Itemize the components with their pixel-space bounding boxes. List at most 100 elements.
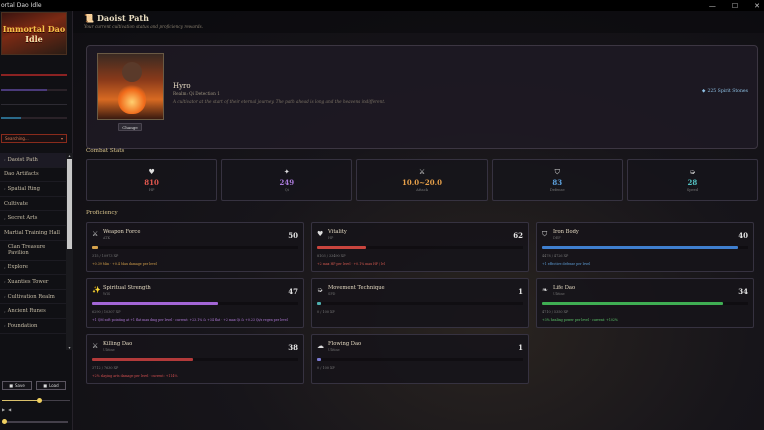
- stat-value: 83: [552, 178, 563, 187]
- window-titlebar: ortal Dao Idle — ☐ ✕: [0, 0, 764, 11]
- proficiency-card-iron-body: ⛉ Iron Body DEF 40 4478 / 4726 XP +1 effectiv…: [536, 222, 754, 272]
- sidebar-item-label: Ancient Runes: [7, 308, 46, 315]
- proficiency-heading: Proficiency: [86, 210, 118, 216]
- chevron-right-icon: ›: [4, 157, 6, 163]
- character-name: Hyro: [173, 82, 191, 90]
- load-button[interactable]: ■ Load: [36, 381, 66, 390]
- proficiency-rank: Ulitine: [103, 348, 115, 352]
- volume-control[interactable]: [2, 397, 70, 404]
- sword-icon: ⚔: [92, 230, 99, 238]
- stat-value: 28: [687, 178, 698, 187]
- game-logo: Immortal Dao Idle: [1, 12, 67, 55]
- portrait-flame: [118, 84, 146, 114]
- scroll-down-icon[interactable]: ▾: [67, 345, 72, 350]
- stat-value: 810: [144, 178, 159, 187]
- stat-card-qi: ✦ 249 Qi: [221, 159, 353, 201]
- change-portrait-button[interactable]: Change: [118, 123, 142, 131]
- close-button[interactable]: ✕: [754, 2, 760, 10]
- proficiency-progress-bar: [542, 302, 748, 305]
- sidebar-item-explore[interactable]: › Explore: [0, 261, 66, 276]
- character-description: A cultivator at the start of their etern…: [173, 99, 386, 104]
- spirit-stones-value: 225 Spirit Stones: [707, 89, 748, 94]
- save-button[interactable]: ■ Save: [2, 381, 32, 390]
- sidebar-item-cultivation-realm[interactable]: › Cultivation Realm: [0, 290, 66, 305]
- chevron-right-icon: ›: [4, 323, 6, 329]
- searching-button[interactable]: Searching... ▾: [1, 134, 67, 143]
- chevron-right-icon: ›: [4, 215, 6, 221]
- proficiency-progress-bar: [92, 302, 298, 305]
- portrait-figure: [122, 62, 142, 82]
- proficiency-name: Movement Technique: [328, 285, 385, 291]
- minimize-button[interactable]: —: [709, 2, 716, 10]
- play-icon[interactable]: ▶: [2, 407, 5, 412]
- sparkle-icon: ✨: [92, 286, 101, 294]
- maximize-button[interactable]: ☐: [732, 2, 738, 10]
- music-progress-knob[interactable]: [2, 419, 7, 424]
- stat-card-attack: ⚔ 10.0~20.0 Attack: [356, 159, 488, 201]
- wind-icon: ➭: [689, 168, 696, 176]
- sidebar-nav: › Daoist Path Dao Artifacts › Spatial Ring…: [0, 153, 66, 334]
- proficiency-progress-bar: [317, 246, 523, 249]
- music-progress[interactable]: [2, 419, 68, 425]
- page-subtitle: Your current cultivation status and prof…: [84, 24, 204, 29]
- profile-card: Change Hyro Realm: Qi Detection 1 A cult…: [86, 45, 758, 149]
- volume-slider[interactable]: [2, 397, 70, 403]
- proficiency-level: 38: [288, 343, 298, 352]
- sidebar-item-cultivate[interactable]: Cultivate: [0, 197, 66, 212]
- sidebar-item-dao-artifacts[interactable]: Dao Artifacts: [0, 168, 66, 183]
- chevron-right-icon: ›: [4, 186, 6, 192]
- heart-icon: ♥: [148, 168, 155, 176]
- load-label: Load: [49, 383, 59, 388]
- qi-bar: [1, 89, 67, 91]
- proficiency-name: Flowing Dao: [328, 341, 362, 347]
- chevron-right-icon: ›: [4, 294, 6, 300]
- proficiency-rank: HP: [328, 236, 334, 240]
- proficiency-xp: 0 / 100 XP: [317, 366, 335, 370]
- proficiency-card-spiritual-strength: ✨ Spiritual Strength WIS 47 6290 / 10307 XP +…: [86, 278, 304, 328]
- sidebar-item-daoist-path[interactable]: › Daoist Path: [0, 153, 66, 168]
- music-controls: ▶ ◀: [2, 407, 11, 412]
- sidebar-item-foundation[interactable]: › Foundation: [0, 319, 66, 334]
- window-title: ortal Dao Idle: [1, 2, 42, 9]
- music-progress-track[interactable]: [2, 419, 68, 424]
- volume-icon[interactable]: ◀: [8, 407, 11, 412]
- stat-card-hp: ♥ 810 HP: [86, 159, 218, 201]
- scroll-icon: 📜: [84, 13, 94, 23]
- sidebar-item-xuanties-tower[interactable]: › Xuanties Tower: [0, 275, 66, 290]
- proficiency-progress-bar: [317, 302, 523, 305]
- chevron-right-icon: ›: [4, 279, 6, 285]
- chevron-right-icon: ›: [4, 308, 6, 314]
- proficiency-name: Vitality: [328, 229, 347, 235]
- sidebar-item-martial-training-hall[interactable]: Martial Training Hall: [0, 226, 66, 241]
- sidebar-item-clan-treasure-pavilion[interactable]: Clan Treasure Pavilion: [0, 241, 66, 261]
- sidebar-item-ancient-runes[interactable]: › Ancient Runes: [0, 304, 66, 319]
- shield-icon: ⛉: [542, 230, 548, 238]
- sidebar-item-secret-arts[interactable]: › Secret Arts: [0, 211, 66, 226]
- sidebar-item-label: Spatial Ring: [7, 185, 40, 192]
- sidebar-item-label: Daoist Path: [7, 156, 38, 163]
- proficiency-grid: ⚔ Weapon Force ATK 50 315 / 10973 XP +0.39 Mi…: [86, 222, 758, 384]
- proficiency-bonus: +1 QM soft pointing at +1 flat max dmg p…: [92, 318, 288, 322]
- sparkle-icon: ✦: [283, 168, 290, 176]
- sidebar-item-label: Foundation: [7, 322, 38, 329]
- volume-knob[interactable]: [37, 397, 43, 403]
- proficiency-progress-fill: [542, 246, 738, 249]
- proficiency-card-weapon-force: ⚔ Weapon Force ATK 50 315 / 10973 XP +0.39 Mi…: [86, 222, 304, 272]
- cloud-icon: ☁: [317, 342, 324, 350]
- stat-label: Attack: [416, 188, 428, 192]
- sidebar-divider: [1, 104, 67, 105]
- sidebar-item-spatial-ring[interactable]: › Spatial Ring: [0, 182, 66, 197]
- proficiency-level: 50: [288, 231, 298, 240]
- proficiency-xp: 0 / 100 XP: [317, 310, 335, 314]
- proficiency-level: 1: [518, 343, 523, 352]
- proficiency-progress-fill: [317, 358, 322, 361]
- hp-bar: [1, 74, 67, 76]
- proficiency-card-vitality: ♥ Vitality HP 62 8103 / 33490 XP +2 max HP pe…: [311, 222, 529, 272]
- scrollbar-thumb[interactable]: [67, 159, 72, 249]
- stat-card-defense: ⛉ 83 Defense: [491, 159, 623, 201]
- proficiency-bonus: +0.39 Min · +0.4 Max damage per level: [92, 262, 157, 266]
- scroll-up-icon[interactable]: ▴: [67, 153, 72, 158]
- save-icon: ■: [9, 383, 13, 388]
- sidebar-scrollbar[interactable]: ▴ ▾: [66, 153, 73, 350]
- proficiency-card-life-dao: ❧ Life Dao Ulitine 34 4710 / 5350 XP +3% heal…: [536, 278, 754, 328]
